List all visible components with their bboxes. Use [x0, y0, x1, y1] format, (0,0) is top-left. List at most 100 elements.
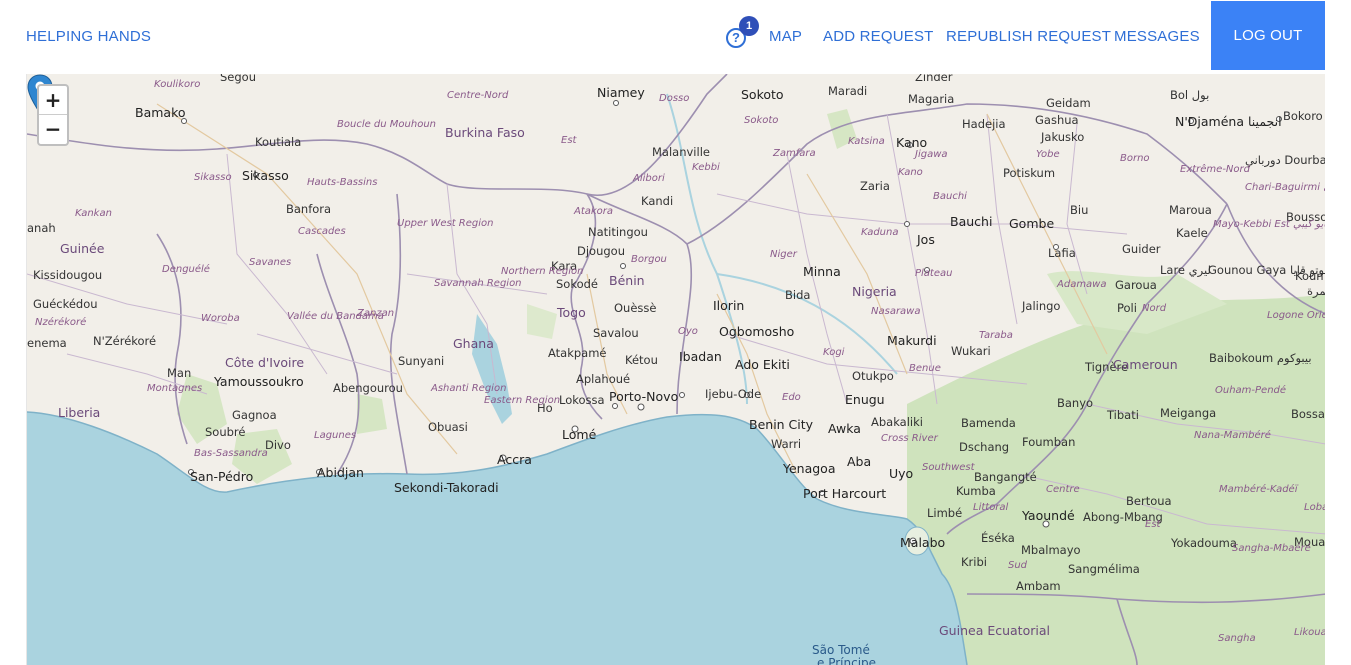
map-label: Taraba	[979, 330, 1013, 341]
map-label: Gagnoa	[232, 408, 277, 422]
map-label: N'Djaména انجمينا	[1175, 114, 1282, 129]
map-label: Uyo	[889, 466, 914, 481]
map-label: Abidjan	[317, 465, 364, 480]
map-label: Southwest	[922, 462, 975, 473]
map-label: Mambéré-Kadéï	[1219, 484, 1298, 495]
map-label: Porto-Novo	[609, 389, 679, 404]
map-label: Ho	[537, 401, 553, 415]
map-label: Denguélé	[162, 264, 210, 275]
nav-messages-link[interactable]: MESSAGES	[1114, 28, 1200, 45]
map-label: Magaria	[908, 92, 955, 106]
map-label: Divo	[265, 438, 291, 452]
map-label: Ogbomosho	[719, 324, 795, 339]
map-label: Kandi	[641, 194, 674, 208]
map-label: Hauts-Bassins	[307, 177, 378, 188]
map-label: Ségou	[220, 74, 256, 84]
map-label: Limbé	[927, 506, 963, 520]
map-label: Sokodé	[556, 277, 598, 291]
map-label: Gashua	[1035, 113, 1079, 127]
map-label: Ashanti Region	[431, 383, 507, 394]
map-label: Otukpo	[852, 369, 894, 383]
map-label: Nord	[1142, 303, 1167, 314]
map-label: Kissidougou	[33, 268, 103, 282]
map-label: Centre	[1046, 484, 1080, 495]
map-label: Aba	[847, 454, 872, 469]
map-label: Man	[167, 366, 192, 380]
nav-add-request-link[interactable]: ADD REQUEST	[823, 28, 934, 45]
map-container[interactable]: + − Zinder Ségou Koulikoro Centre-Nord N…	[26, 74, 1325, 665]
map-label: Centre-Nord	[447, 90, 509, 101]
map-label: Bauchi	[950, 214, 993, 229]
map-label: Kétou	[625, 353, 658, 367]
map-label: Abengourou	[333, 381, 403, 395]
map-label: Bertoua	[1126, 494, 1172, 508]
map-label: Nasarawa	[871, 306, 921, 317]
map-label: Vallée du Bandama	[287, 311, 384, 322]
map-label: Nzérékoré	[35, 317, 87, 328]
map-label: Atakpamé	[548, 346, 607, 360]
map-label: Dschang	[959, 440, 1010, 454]
map-label: Kaduna	[861, 227, 899, 238]
map-label: Aplahoué	[576, 372, 631, 386]
map-label: Kogi	[823, 347, 845, 358]
map-label: enema	[27, 336, 67, 350]
map-label: بمرة	[1307, 284, 1325, 298]
map-label: Djougou	[577, 244, 625, 258]
map-label: Tibati	[1107, 408, 1139, 422]
map-label: Kribi	[961, 555, 987, 569]
zoom-out-button[interactable]: −	[39, 115, 67, 144]
map-label: Geidam	[1046, 96, 1091, 110]
map-label: Sokoto	[741, 87, 784, 102]
map-label: e Príncipe	[817, 656, 877, 665]
map-label: Upper West Region	[397, 218, 494, 229]
map-label: Lagunes	[314, 430, 357, 441]
zoom-in-button[interactable]: +	[39, 86, 67, 115]
map-label: Lare ليري	[1160, 263, 1211, 277]
map-label: Ghana	[453, 336, 494, 351]
map-label: Zaria	[860, 179, 890, 193]
map-label: Koun	[1295, 269, 1324, 283]
brand-link[interactable]: HELPING HANDS	[26, 28, 151, 45]
map-label: Liberia	[58, 405, 101, 420]
map-label: Borgou	[631, 254, 667, 265]
map-label: Lomé	[562, 427, 597, 442]
map-label: Enugu	[845, 392, 885, 407]
zoom-control: + −	[37, 84, 69, 146]
map-label: Niamey	[597, 85, 645, 100]
map-label: Awka	[828, 421, 861, 436]
map-label: Est	[1145, 519, 1161, 530]
map-label: anah	[27, 221, 56, 235]
map-label: Garoua	[1115, 278, 1157, 292]
map-label: Bol بول	[1170, 88, 1210, 102]
map-label: Savalou	[593, 326, 639, 340]
nav-map-link[interactable]: MAP	[769, 28, 802, 45]
map-label: Port Harcourt	[803, 486, 887, 501]
map-label: Jigawa	[915, 149, 948, 160]
map-label: Guéckédou	[33, 297, 98, 311]
map-label: N'Zérékoré	[93, 334, 157, 348]
map-label: Kankan	[75, 208, 112, 219]
map-label: Plateau	[915, 268, 953, 279]
map-label: Oyo	[678, 326, 698, 337]
map-label: Lokossa	[559, 393, 605, 407]
logout-button[interactable]: LOG OUT	[1211, 1, 1325, 70]
map-label: Littoral	[973, 502, 1009, 513]
map-label: Foumban	[1022, 435, 1076, 449]
map-label: Abakaliki	[871, 415, 923, 429]
map-label: Sangha	[1218, 633, 1256, 644]
map-label: Sokoto	[744, 115, 779, 126]
map-label: São Tomé	[812, 643, 870, 657]
map-label: Gombe	[1009, 216, 1055, 231]
map-label: Sikasso	[242, 168, 289, 183]
map-label: Northern Region	[501, 266, 584, 277]
map-label: Maroua	[1169, 203, 1212, 217]
map-label: Sangmélima	[1068, 562, 1140, 576]
map-label: Sud	[1008, 560, 1028, 571]
map-label: Yamoussoukro	[214, 374, 304, 389]
map-label: Éséka	[981, 531, 1015, 545]
map-label: Logone Oriental لوقون الشرقية	[1267, 310, 1325, 321]
nav-republish-request-link[interactable]: REPUBLISH REQUEST	[946, 28, 1111, 45]
map-label: Bas-Sassandra	[194, 448, 268, 459]
map-label: Mayo-Kebbi Est مايو كيبي	[1213, 219, 1325, 230]
map-label: Loba	[1304, 502, 1325, 513]
